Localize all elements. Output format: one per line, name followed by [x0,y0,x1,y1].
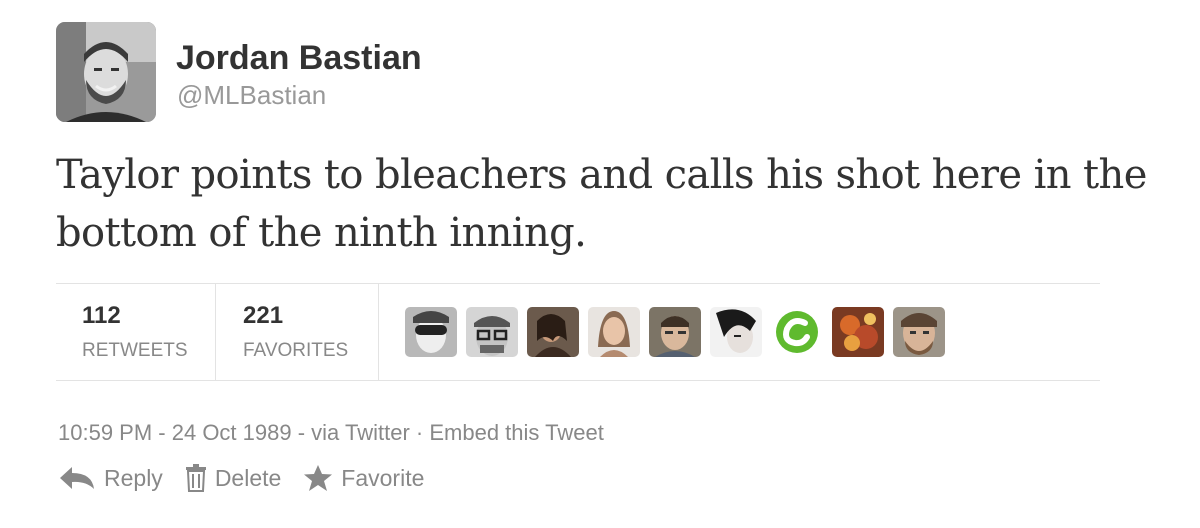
user-avatar-4-icon[interactable] [588,307,640,357]
author-name[interactable]: Jordan Bastian [176,38,422,78]
tweet-source[interactable]: via Twitter [311,420,410,445]
retweets-count: 112 [82,302,121,329]
tweet-meta: 10:59 PM - 24 Oct 1989 - via Twitter · E… [58,419,604,447]
tweet-text: Taylor points to bleachers and calls his… [56,152,1147,256]
trash-icon [185,464,206,492]
user-avatar-5-icon[interactable] [649,307,701,357]
embed-tweet-link[interactable]: Embed this Tweet [429,420,603,445]
retweets-stat[interactable]: 112 RETWEETS [56,284,216,380]
tweet-stats: 112 RETWEETS 221 FAVORITES [56,283,1100,381]
reply-label: Reply [104,464,163,491]
reply-button[interactable]: Reply [58,465,163,492]
user-avatar-1-icon[interactable] [405,307,457,357]
user-avatar-2-icon[interactable] [466,307,518,357]
author-handle[interactable]: @MLBastian [177,79,326,111]
user-avatar-9-icon[interactable] [893,307,945,357]
retweets-label: RETWEETS [82,340,188,361]
user-avatar-6-icon[interactable] [710,307,762,357]
favorites-stat[interactable]: 221 FAVORITES [216,284,379,380]
reply-arrow-icon [60,467,94,489]
user-avatar-7-icon[interactable] [771,307,823,357]
meta-separator: · [409,420,430,445]
profile-photo-icon [56,22,156,122]
user-avatar-3-icon[interactable] [527,307,579,357]
user-avatar-8-icon[interactable] [832,307,884,357]
meta-separator: - [152,420,172,445]
meta-separator: - [291,420,312,445]
favorite-label: Favorite [341,464,425,491]
author-avatar[interactable] [56,22,156,122]
delete-label: Delete [214,464,282,491]
tweet-date[interactable]: 24 Oct 1989 [172,420,292,445]
favorites-label: FAVORITES [243,340,349,361]
tweet-actions: Reply Delete Favorite [58,462,446,494]
delete-button[interactable]: Delete [185,464,281,492]
favorites-count: 221 [243,302,284,329]
tweet-time[interactable]: 10:59 PM [58,420,152,445]
favorite-button[interactable]: Favorite [303,464,424,492]
favoriters-list [405,307,945,357]
star-icon [304,465,333,491]
